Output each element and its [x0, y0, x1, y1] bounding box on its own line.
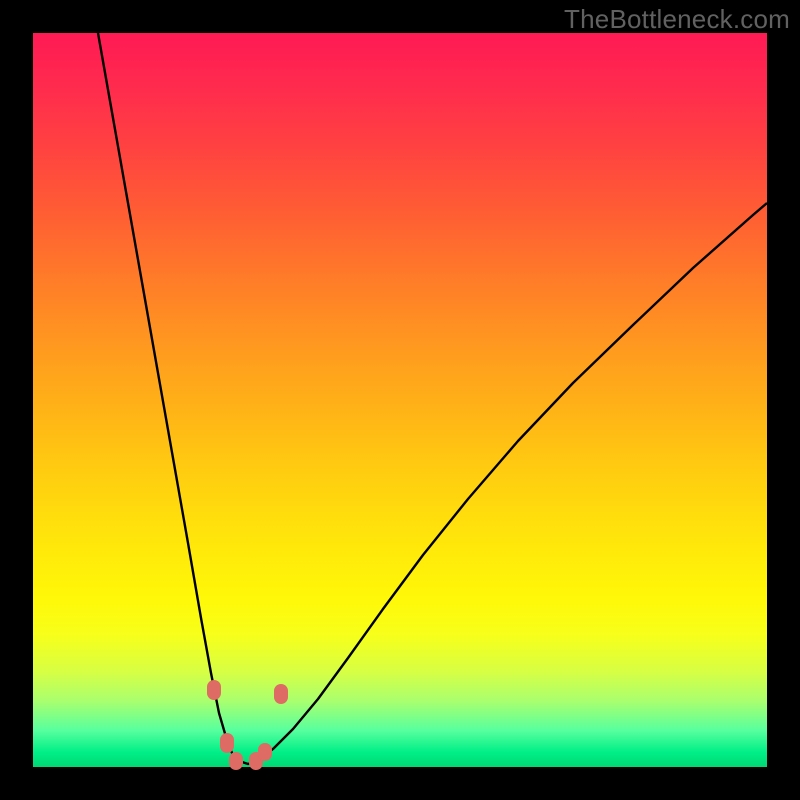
marker-right-upper	[274, 684, 288, 704]
marker-left-lower	[220, 733, 234, 753]
bottleneck-v-curve	[98, 33, 767, 764]
marker-left-upper	[207, 680, 221, 700]
chart-overlay	[33, 33, 767, 767]
watermark-text: TheBottleneck.com	[564, 4, 790, 35]
marker-right-lower	[258, 743, 272, 761]
marker-bottom-left	[229, 752, 243, 770]
chart-frame: TheBottleneck.com	[0, 0, 800, 800]
